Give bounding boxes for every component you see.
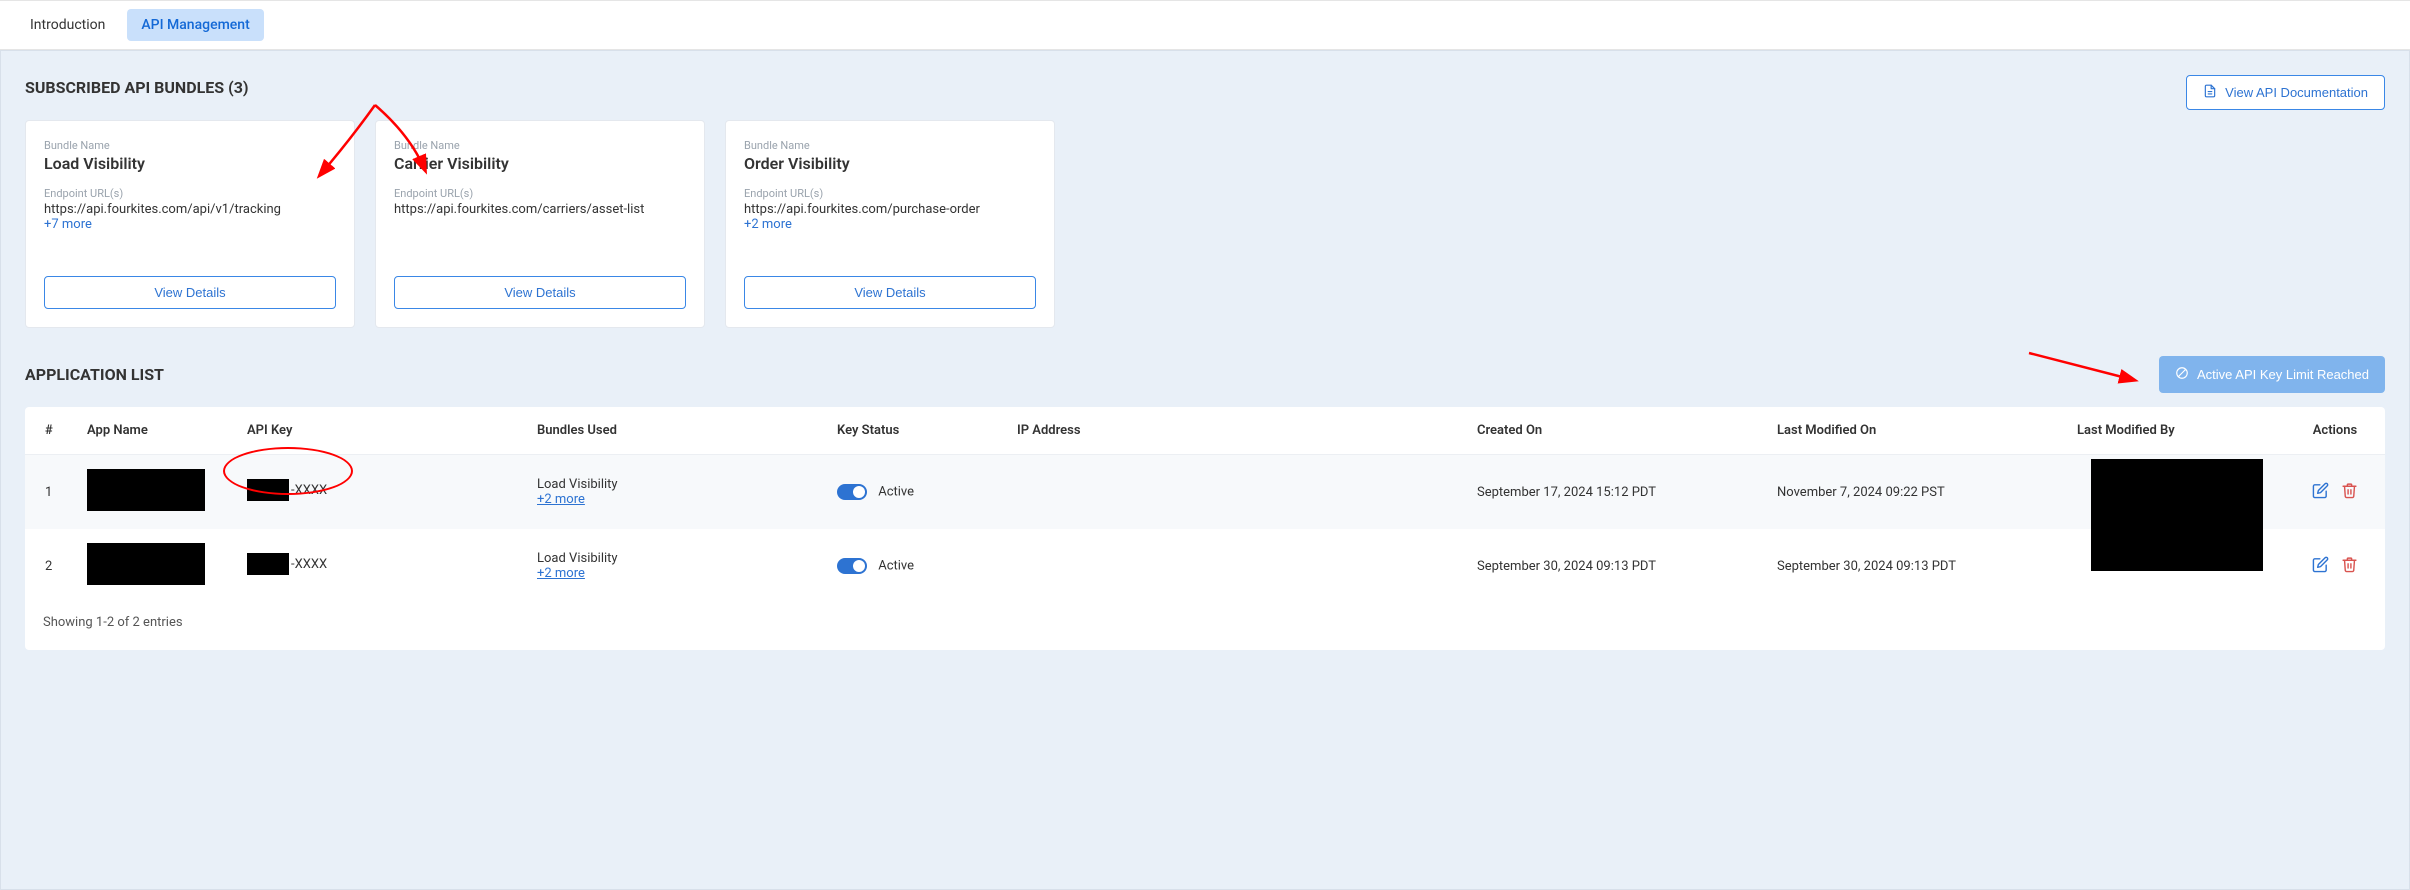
endpoint-url: https://api.fourkites.com/carriers/asset… <box>394 202 686 217</box>
page-body: SUBSCRIBED API BUNDLES (3) View API Docu… <box>0 50 2410 890</box>
col-api-key: API Key <box>235 407 525 455</box>
api-key-limit-button[interactable]: Active API Key Limit Reached <box>2159 356 2385 393</box>
col-app-name: App Name <box>75 407 235 455</box>
application-list-header: APPLICATION LIST Active API Key Limit Re… <box>25 356 2385 393</box>
row-bundle-more-link[interactable]: +2 more <box>537 566 585 581</box>
row-modified: November 7, 2024 09:22 PST <box>1765 455 2065 530</box>
redacted-app-name <box>87 543 205 585</box>
row-num: 1 <box>25 455 75 530</box>
col-actions: Actions <box>2285 407 2385 455</box>
endpoint-label: Endpoint URL(s) <box>744 187 1036 200</box>
table-row: 1 -XXXX Load Visibility +2 more <box>25 455 2385 530</box>
status-toggle[interactable] <box>837 484 867 500</box>
table-footer: Showing 1-2 of 2 entries <box>25 603 2385 642</box>
red-arrow-annotation <box>2024 348 2144 388</box>
row-bundles: Load Visibility +2 more <box>525 455 825 530</box>
view-details-button[interactable]: View Details <box>744 276 1036 309</box>
bundle-card: Bundle Name Carrier Visibility Endpoint … <box>375 120 705 328</box>
row-actions <box>2285 529 2385 603</box>
api-key-suffix: -XXXX <box>291 483 327 498</box>
col-by: Last Modified By <box>2065 407 2285 455</box>
api-key-suffix: -XXXX <box>291 557 327 572</box>
row-ip <box>1005 455 1465 530</box>
bundle-cards-row: Bundle Name Load Visibility Endpoint URL… <box>25 120 2385 328</box>
bundle-card: Bundle Name Order Visibility Endpoint UR… <box>725 120 1055 328</box>
edit-icon[interactable] <box>2312 556 2329 577</box>
table-header-row: # App Name API Key Bundles Used Key Stat… <box>25 407 2385 455</box>
row-status: Active <box>825 455 1005 530</box>
table-row: 2 -XXXX Load Visibility +2 more <box>25 529 2385 603</box>
row-bundle-more-link[interactable]: +2 more <box>537 492 585 507</box>
redacted-key-prefix <box>247 479 289 501</box>
row-actions <box>2285 455 2385 530</box>
redacted-app-name <box>87 469 205 511</box>
endpoint-url: https://api.fourkites.com/api/v1/trackin… <box>44 202 336 217</box>
row-app-name <box>75 529 235 603</box>
row-api-key: -XXXX <box>235 455 525 530</box>
bundle-name-label: Bundle Name <box>44 139 336 152</box>
col-bundles: Bundles Used <box>525 407 825 455</box>
col-created: Created On <box>1465 407 1765 455</box>
application-list-title: APPLICATION LIST <box>25 365 164 384</box>
row-api-key: -XXXX <box>235 529 525 603</box>
row-modified-by <box>2065 529 2285 603</box>
view-details-button[interactable]: View Details <box>394 276 686 309</box>
block-icon <box>2175 366 2189 383</box>
application-table: # App Name API Key Bundles Used Key Stat… <box>25 407 2385 650</box>
endpoints-more-link[interactable]: +2 more <box>744 217 1036 232</box>
bundle-name-label: Bundle Name <box>744 139 1036 152</box>
view-api-docs-button[interactable]: View API Documentation <box>2186 75 2385 110</box>
status-label: Active <box>878 558 914 573</box>
col-ip: IP Address <box>1005 407 1465 455</box>
row-modified-by <box>2065 455 2285 530</box>
status-label: Active <box>878 484 914 499</box>
endpoint-label: Endpoint URL(s) <box>44 187 336 200</box>
tabs-bar: Introduction API Management <box>0 0 2410 50</box>
status-toggle[interactable] <box>837 558 867 574</box>
endpoints-more-link[interactable]: +7 more <box>44 217 336 232</box>
bundle-name-label: Bundle Name <box>394 139 686 152</box>
endpoint-label: Endpoint URL(s) <box>394 187 686 200</box>
bundle-name: Load Visibility <box>44 154 336 173</box>
col-num: # <box>25 407 75 455</box>
row-modified: September 30, 2024 09:13 PDT <box>1765 529 2065 603</box>
bundles-title: SUBSCRIBED API BUNDLES (3) <box>25 78 248 97</box>
row-created: September 30, 2024 09:13 PDT <box>1465 529 1765 603</box>
api-key-limit-label: Active API Key Limit Reached <box>2197 367 2369 382</box>
edit-icon[interactable] <box>2312 482 2329 503</box>
row-status: Active <box>825 529 1005 603</box>
row-app-name <box>75 455 235 530</box>
row-num: 2 <box>25 529 75 603</box>
bundle-card: Bundle Name Load Visibility Endpoint URL… <box>25 120 355 328</box>
view-details-button[interactable]: View Details <box>44 276 336 309</box>
row-bundle-primary: Load Visibility <box>537 551 813 566</box>
bundle-name: Order Visibility <box>744 154 1036 173</box>
redacted-key-prefix <box>247 553 289 575</box>
row-created: September 17, 2024 15:12 PDT <box>1465 455 1765 530</box>
delete-icon[interactable] <box>2341 556 2358 577</box>
delete-icon[interactable] <box>2341 482 2358 503</box>
file-icon <box>2203 84 2217 101</box>
view-api-docs-label: View API Documentation <box>2225 85 2368 100</box>
row-ip <box>1005 529 1465 603</box>
row-bundles: Load Visibility +2 more <box>525 529 825 603</box>
bundles-header: SUBSCRIBED API BUNDLES (3) View API Docu… <box>25 75 2385 110</box>
tab-introduction[interactable]: Introduction <box>16 9 119 41</box>
endpoint-url: https://api.fourkites.com/purchase-order <box>744 202 1036 217</box>
col-modified: Last Modified On <box>1765 407 2065 455</box>
row-bundle-primary: Load Visibility <box>537 477 813 492</box>
bundle-name: Carrier Visibility <box>394 154 686 173</box>
tab-api-management[interactable]: API Management <box>127 9 263 41</box>
col-status: Key Status <box>825 407 1005 455</box>
